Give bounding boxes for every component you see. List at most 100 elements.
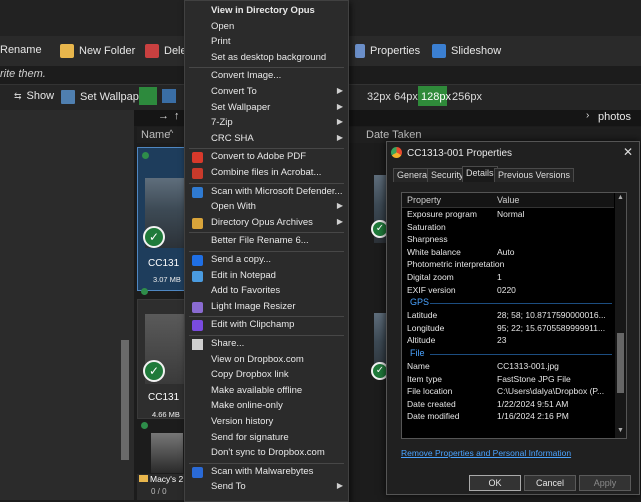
menu-item-send-to[interactable]: Send To ▶ <box>185 480 348 495</box>
property-row[interactable]: Longitude 95; 22; 15.6705589999911... <box>402 322 614 334</box>
menu-item-label: Convert Image... <box>211 70 282 82</box>
details-list[interactable]: Property Value ▲ ▼ Exposure program Norma… <box>401 192 627 439</box>
menu-item-label: View on Dropbox.com <box>211 353 304 365</box>
menu-item-share[interactable]: Share... <box>185 337 348 352</box>
menu-item-light-image-resizer[interactable]: Light Image Resizer <box>185 300 348 315</box>
ok-button[interactable]: OK <box>469 475 521 491</box>
menu-item-label: 7-Zip <box>211 117 233 129</box>
menu-item-edit-in-notepad[interactable]: Edit in Notepad <box>185 269 348 284</box>
path-segment[interactable]: photos <box>598 111 631 123</box>
property-row[interactable]: EXIF version 0220 <box>402 284 614 296</box>
cancel-button[interactable]: Cancel <box>524 475 576 491</box>
tab-details[interactable]: Details <box>462 166 498 182</box>
menu-item-copy-dropbox-link[interactable]: Copy Dropbox link <box>185 368 348 383</box>
details-scrollbar[interactable]: ▲ ▼ <box>615 193 626 438</box>
properties-button[interactable]: Properties <box>355 44 420 58</box>
property-row[interactable]: Altitude 23 <box>402 334 614 346</box>
show-icon: ⇆ <box>14 90 22 101</box>
property-row[interactable]: Name CC1313-001.jpg <box>402 360 614 372</box>
rename-button[interactable]: Rename <box>0 44 42 56</box>
property-row[interactable]: Digital zoom 1 <box>402 271 614 283</box>
menu-item-view-in-directory-opus[interactable]: View in Directory Opus <box>185 4 348 19</box>
apply-button[interactable]: Apply <box>579 475 631 491</box>
menu-item-label: Edit in Notepad <box>211 269 276 281</box>
menu-item-open-with[interactable]: Open With ▶ <box>185 200 348 215</box>
details-view-icon[interactable] <box>162 89 176 103</box>
slideshow-button[interactable]: Slideshow <box>432 44 501 58</box>
menu-item-directory-opus-archives[interactable]: Directory Opus Archives ▶ <box>185 216 348 231</box>
menu-item-scan-with-malwarebytes[interactable]: Scan with Malwarebytes <box>185 465 348 480</box>
menu-item-7-zip[interactable]: 7-Zip ▶ <box>185 116 348 131</box>
menu-item-version-history[interactable]: Version history <box>185 415 348 430</box>
scroll-down-icon[interactable]: ▼ <box>617 427 624 434</box>
remove-properties-link[interactable]: Remove Properties and Personal Informati… <box>401 448 571 458</box>
column-name[interactable]: Name <box>141 129 170 141</box>
property-row[interactable]: Exposure program Normal <box>402 208 614 220</box>
column-date-taken[interactable]: Date Taken <box>366 129 421 141</box>
view-mode-button[interactable] <box>139 87 157 105</box>
property-group: GPS <box>402 296 614 309</box>
menu-item-don-t-sync-to-dropbox-com[interactable]: Don't sync to Dropbox.com <box>185 446 348 461</box>
file-thumbnail[interactable]: ✓ CC131 <box>137 299 187 419</box>
property-value: C:\Users\dalya\Dropbox (P... <box>497 386 605 397</box>
size-64[interactable]: 64px <box>394 91 418 103</box>
column-value[interactable]: Value <box>497 195 519 205</box>
menu-item-combine-files-in-acrobat[interactable]: Combine files in Acrobat... <box>185 166 348 181</box>
status-bar: Macy's 2 0 / 0 <box>137 474 187 500</box>
property-row[interactable]: Saturation <box>402 221 614 233</box>
property-row[interactable]: Date modified 1/16/2024 2:16 PM <box>402 410 614 422</box>
forward-arrow-icon[interactable]: → <box>158 110 169 122</box>
menu-item-convert-image[interactable]: Convert Image... <box>185 69 348 84</box>
property-row[interactable]: File location C:\Users\dalya\Dropbox (P..… <box>402 385 614 397</box>
up-arrow-icon[interactable]: ↑ <box>174 110 180 122</box>
menu-item-open[interactable]: Open <box>185 20 348 35</box>
slideshow-label: Slideshow <box>451 45 502 57</box>
scroll-up-icon[interactable]: ▲ <box>617 194 624 201</box>
property-value: 1/22/2024 9:51 AM <box>497 398 569 409</box>
property-row[interactable]: Date created 1/22/2024 9:51 AM <box>402 398 614 410</box>
photo-preview[interactable] <box>151 433 183 473</box>
details-header: Property Value <box>402 193 614 208</box>
menu-item-send-a-copy[interactable]: Send a copy... <box>185 253 348 268</box>
property-name: Longitude <box>407 322 445 333</box>
property-row[interactable]: Photometric interpretation <box>402 258 614 270</box>
menu-item-make-available-offline[interactable]: Make available offline <box>185 384 348 399</box>
menu-item-set-wallpaper[interactable]: Set Wallpaper ▶ <box>185 101 348 116</box>
menu-item-convert-to-adobe-pdf[interactable]: Convert to Adobe PDF <box>185 150 348 165</box>
menu-item-send-for-signature[interactable]: Send for signature <box>185 431 348 446</box>
set-wallpaper-button[interactable]: Set Wallpaper <box>61 90 149 104</box>
left-scrollbar[interactable] <box>121 340 129 460</box>
size-128-active[interactable]: 128px <box>418 86 451 106</box>
properties-label: Properties <box>370 45 421 57</box>
menu-item-make-online-only[interactable]: Make online-only <box>185 399 348 414</box>
size-32[interactable]: 32px <box>367 91 391 103</box>
menu-item-print[interactable]: Print <box>185 35 348 50</box>
property-row[interactable]: Sharpness <box>402 233 614 245</box>
tab-previous-versions[interactable]: Previous Versions <box>494 168 575 182</box>
property-row[interactable]: White balance Auto <box>402 246 614 258</box>
property-row[interactable]: Item type FastStone JPG File <box>402 373 614 385</box>
file-grid-column-2: ✓ ✓ <box>347 143 389 500</box>
menu-item-set-as-desktop-background[interactable]: Set as desktop background <box>185 51 348 66</box>
scroll-thumb[interactable] <box>617 333 624 393</box>
properties-icon <box>355 44 365 58</box>
property-value: FastStone JPG File <box>497 373 571 384</box>
show-button[interactable]: ⇆ Show <box>14 90 54 102</box>
menu-item-add-to-favorites[interactable]: Add to Favorites <box>185 284 348 299</box>
column-property[interactable]: Property <box>407 195 441 205</box>
menu-item-better-file-rename-6[interactable]: Better File Rename 6... <box>185 234 348 249</box>
menu-item-scan-with-microsoft-defender[interactable]: Scan with Microsoft Defender... <box>185 185 348 200</box>
folder-tree-pane[interactable] <box>0 110 134 500</box>
new-folder-button[interactable]: New Folder <box>60 44 135 58</box>
menu-item-view-on-dropbox-com[interactable]: View on Dropbox.com <box>185 353 348 368</box>
file-name: CC131 <box>148 392 180 403</box>
menu-item-edit-with-clipchamp[interactable]: Edit with Clipchamp <box>185 318 348 333</box>
size-256[interactable]: 256px <box>452 91 482 103</box>
close-icon[interactable]: ✕ <box>623 145 633 159</box>
slideshow-icon <box>432 44 446 58</box>
file-thumbnail[interactable]: ✓ CC131 3.07 MB <box>137 147 187 291</box>
menu-item-crc-sha[interactable]: CRC SHA ▶ <box>185 132 348 147</box>
menu-item-convert-to[interactable]: Convert To ▶ <box>185 85 348 100</box>
property-row[interactable]: Latitude 28; 58; 10.8717590000016... <box>402 309 614 321</box>
menu-separator <box>189 462 344 464</box>
